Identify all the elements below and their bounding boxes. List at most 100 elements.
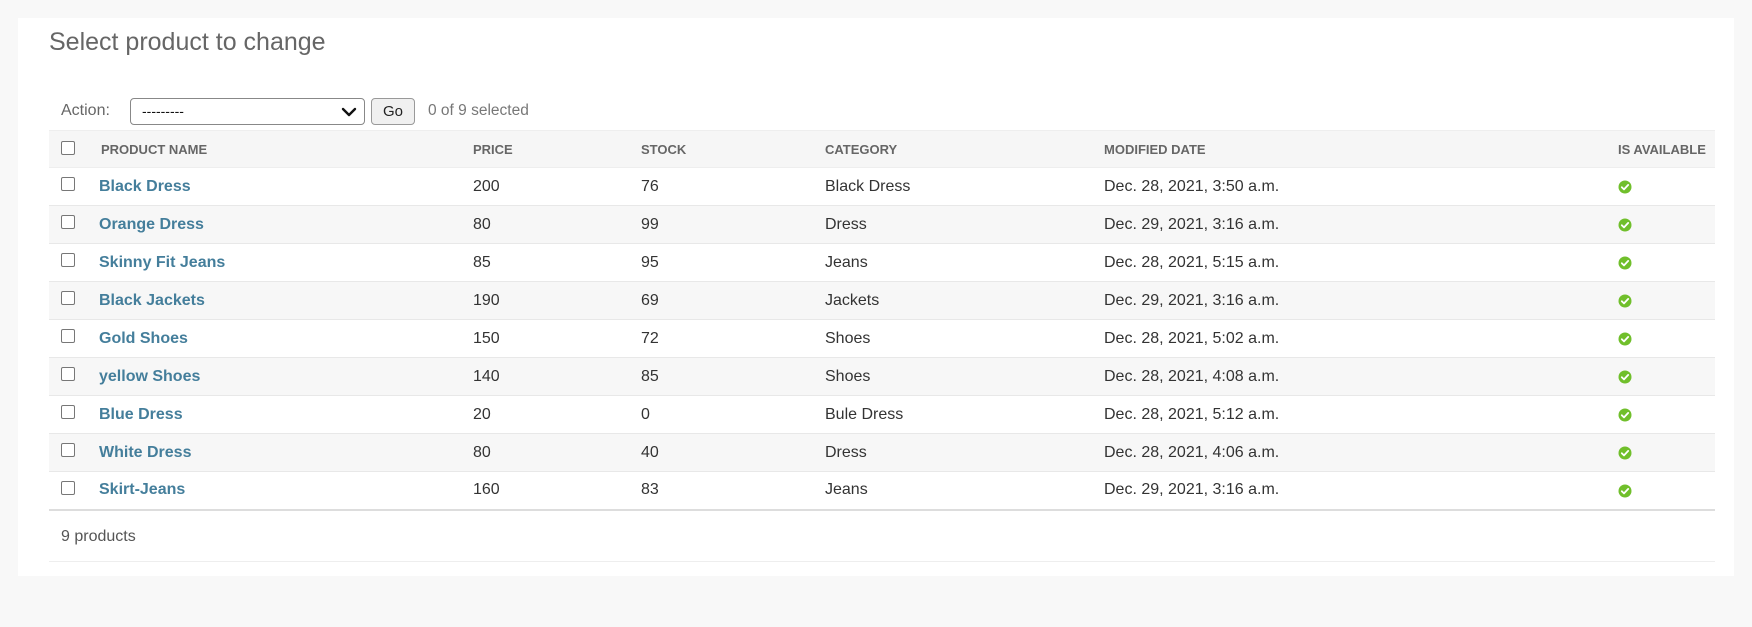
go-button[interactable]: Go — [371, 97, 415, 125]
stock-cell: 69 — [641, 281, 825, 320]
row-checkbox[interactable] — [61, 253, 75, 268]
stock-cell: 95 — [641, 243, 825, 282]
check-circle-icon — [1618, 180, 1632, 194]
check-circle-icon — [1618, 408, 1632, 422]
modified-date-cell: Dec. 28, 2021, 3:50 a.m. — [1104, 167, 1617, 206]
row-select-cell — [49, 471, 99, 511]
product-name-link[interactable]: Blue Dress — [99, 406, 183, 423]
is-available-cell — [1617, 319, 1715, 358]
product-name-cell: Skirt-Jeans — [99, 471, 473, 511]
table-row: Black Dress 200 76 Black Dress Dec. 28, 2021… — [49, 167, 1715, 206]
table-row: White Dress 80 40 Dress Dec. 28, 2021, 4:06 … — [49, 433, 1715, 472]
category-cell: Bule Dress — [825, 395, 1104, 434]
row-checkbox[interactable] — [61, 177, 75, 192]
row-checkbox[interactable] — [61, 215, 75, 230]
price-cell: 190 — [473, 281, 641, 320]
check-circle-icon — [1618, 332, 1632, 346]
product-name-link[interactable]: White Dress — [99, 444, 191, 461]
modified-date-cell: Dec. 29, 2021, 3:16 a.m. — [1104, 471, 1617, 511]
table-row: Skirt-Jeans 160 83 Jeans Dec. 29, 2021, 3:16… — [49, 471, 1715, 511]
stock-cell: 76 — [641, 167, 825, 206]
action-select[interactable]: --------- — [130, 97, 365, 125]
modified-date-cell: Dec. 28, 2021, 5:12 a.m. — [1104, 395, 1617, 434]
results-table: PRODUCT NAME PRICE STOCK CATEGORY MODIFI… — [49, 130, 1715, 511]
is-available-cell — [1617, 471, 1715, 511]
price-cell: 200 — [473, 167, 641, 206]
results-table-wrapper: PRODUCT NAME PRICE STOCK CATEGORY MODIFI… — [49, 130, 1715, 511]
product-name-cell: yellow Shoes — [99, 357, 473, 396]
paginator: 9 products — [49, 512, 1715, 562]
check-circle-icon — [1618, 484, 1632, 498]
product-name-cell: Blue Dress — [99, 395, 473, 434]
row-select-cell — [49, 357, 99, 396]
row-select-cell — [49, 243, 99, 282]
product-name-cell: Black Dress — [99, 167, 473, 206]
product-name-link[interactable]: Skirt-Jeans — [99, 481, 185, 498]
header-is-available[interactable]: IS AVAILABLE — [1617, 130, 1715, 168]
row-checkbox[interactable] — [61, 329, 75, 344]
stock-cell: 83 — [641, 471, 825, 511]
table-body: Black Dress 200 76 Black Dress Dec. 28, 2021… — [49, 167, 1715, 511]
product-name-link[interactable]: yellow Shoes — [99, 368, 200, 385]
price-cell: 85 — [473, 243, 641, 282]
check-circle-icon — [1618, 218, 1632, 232]
header-select-all — [49, 130, 99, 168]
modified-date-cell: Dec. 28, 2021, 5:02 a.m. — [1104, 319, 1617, 358]
category-cell: Jackets — [825, 281, 1104, 320]
category-cell: Shoes — [825, 357, 1104, 396]
price-cell: 150 — [473, 319, 641, 358]
check-circle-icon — [1618, 256, 1632, 270]
select-all-checkbox[interactable] — [61, 141, 75, 156]
price-cell: 80 — [473, 433, 641, 472]
product-name-cell: Black Jackets — [99, 281, 473, 320]
header-row: PRODUCT NAME PRICE STOCK CATEGORY MODIFI… — [49, 130, 1715, 168]
is-available-cell — [1617, 281, 1715, 320]
product-name-link[interactable]: Skinny Fit Jeans — [99, 254, 225, 271]
row-checkbox[interactable] — [61, 291, 75, 306]
price-cell: 80 — [473, 205, 641, 244]
stock-cell: 0 — [641, 395, 825, 434]
product-name-link[interactable]: Black Dress — [99, 178, 191, 195]
is-available-cell — [1617, 243, 1715, 282]
modified-date-cell: Dec. 28, 2021, 4:08 a.m. — [1104, 357, 1617, 396]
action-label: Action: — [61, 102, 110, 119]
table-row: Black Jackets 190 69 Jackets Dec. 29, 2021, … — [49, 281, 1715, 320]
row-select-cell — [49, 205, 99, 244]
price-cell: 140 — [473, 357, 641, 396]
row-checkbox[interactable] — [61, 367, 75, 382]
modified-date-cell: Dec. 28, 2021, 5:15 a.m. — [1104, 243, 1617, 282]
row-checkbox[interactable] — [61, 481, 75, 496]
is-available-cell — [1617, 433, 1715, 472]
product-name-link[interactable]: Black Jackets — [99, 292, 205, 309]
category-cell: Black Dress — [825, 167, 1104, 206]
stock-cell: 99 — [641, 205, 825, 244]
header-category[interactable]: CATEGORY — [825, 130, 1104, 168]
header-product-name[interactable]: PRODUCT NAME — [99, 130, 473, 168]
price-cell: 20 — [473, 395, 641, 434]
product-name-cell: Skinny Fit Jeans — [99, 243, 473, 282]
row-select-cell — [49, 319, 99, 358]
product-name-link[interactable]: Orange Dress — [99, 216, 204, 233]
table-row: Skinny Fit Jeans 85 95 Jeans Dec. 28, 2021, … — [49, 243, 1715, 282]
action-select-value: --------- — [142, 103, 184, 119]
row-checkbox[interactable] — [61, 443, 75, 458]
content-panel: Select product to change Action: -------… — [18, 18, 1734, 576]
check-circle-icon — [1618, 294, 1632, 308]
header-stock[interactable]: STOCK — [641, 130, 825, 168]
row-checkbox[interactable] — [61, 405, 75, 420]
row-select-cell — [49, 433, 99, 472]
check-circle-icon — [1618, 370, 1632, 384]
product-name-cell: Orange Dress — [99, 205, 473, 244]
product-name-link[interactable]: Gold Shoes — [99, 330, 188, 347]
category-cell: Shoes — [825, 319, 1104, 358]
stock-cell: 72 — [641, 319, 825, 358]
header-modified-date[interactable]: MODIFIED DATE — [1104, 130, 1617, 168]
is-available-cell — [1617, 395, 1715, 434]
is-available-cell — [1617, 205, 1715, 244]
category-cell: Dress — [825, 205, 1104, 244]
stock-cell: 40 — [641, 433, 825, 472]
page-title: Select product to change — [49, 28, 326, 56]
table-row: yellow Shoes 140 85 Shoes Dec. 28, 2021, 4:0… — [49, 357, 1715, 396]
header-price[interactable]: PRICE — [473, 130, 641, 168]
modified-date-cell: Dec. 29, 2021, 3:16 a.m. — [1104, 281, 1617, 320]
